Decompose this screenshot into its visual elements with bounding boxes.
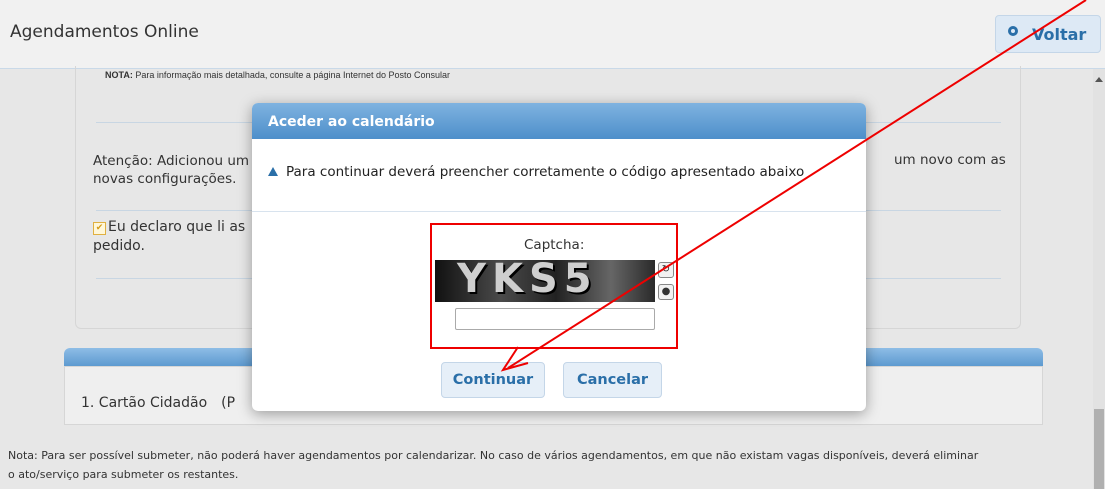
attention-text-right: um novo com as (894, 152, 1006, 168)
warning-triangle-icon (268, 167, 278, 176)
document-item-label: 1. Cartão Cidadão (81, 395, 208, 411)
scroll-thumb[interactable] (1094, 409, 1104, 489)
note-top-text: Para informação mais detalhada, consulte… (132, 70, 451, 80)
declaration-checkbox[interactable]: ✔ (93, 222, 106, 235)
note-top-label: NOTA: (105, 70, 133, 80)
back-button[interactable]: Voltar (995, 15, 1101, 53)
page-header: Agendamentos Online Voltar (0, 0, 1105, 69)
cancel-button[interactable]: Cancelar (563, 362, 662, 398)
document-item: 1. Cartão Cidadão (P (81, 395, 235, 411)
annotation-rectangle (430, 223, 678, 349)
attention-text: Atenção: Adicionou um novas configuraçõe… (93, 153, 250, 187)
page-title: Agendamentos Online (10, 22, 199, 42)
note-top: NOTA: Para informação mais detalhada, co… (105, 70, 450, 80)
continue-button[interactable]: Continuar (441, 362, 545, 398)
dialog-title: Aceder ao calendário (268, 114, 435, 130)
scrollbar[interactable] (1093, 69, 1105, 489)
scroll-up-arrow-icon[interactable] (1095, 77, 1103, 82)
declaration-label: Eu declaro que li as (108, 219, 246, 235)
declaration-row: ✔ Eu declaro que li as pedido. (93, 218, 245, 256)
dialog-divider (252, 211, 866, 212)
declaration-label-2: pedido. (93, 238, 145, 254)
dialog-header: Aceder ao calendário (252, 103, 866, 139)
circle-icon (1008, 26, 1018, 36)
note-bottom: Nota: Para ser possível submeter, não po… (8, 449, 979, 481)
document-item-tail: (P (221, 395, 236, 411)
dialog-message: Para continuar deverá preencher corretam… (286, 164, 805, 180)
back-button-label: Voltar (1032, 25, 1087, 44)
